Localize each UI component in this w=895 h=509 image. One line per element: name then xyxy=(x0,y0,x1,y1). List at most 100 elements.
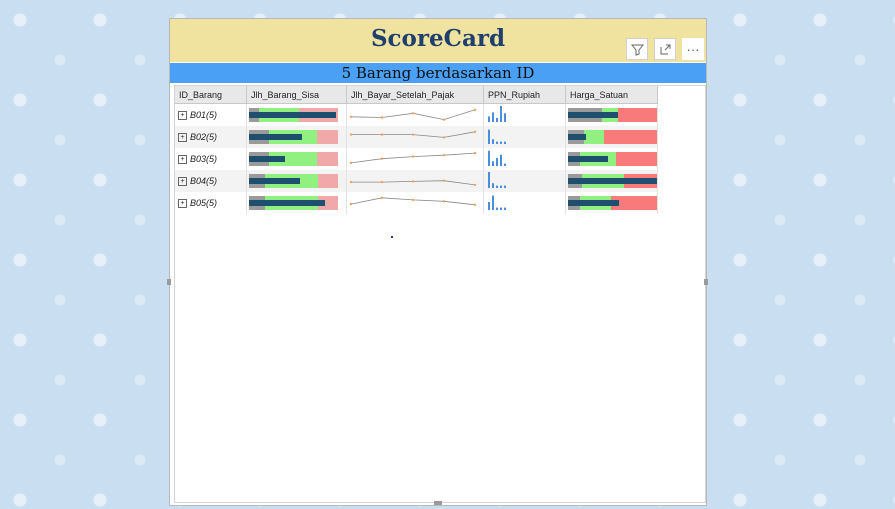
sparkline-point xyxy=(349,180,353,184)
column-header-jlh-bayar-setelah-pajak[interactable]: Jlh_Bayar_Setelah_Pajak xyxy=(346,86,484,104)
sparkline-point xyxy=(442,179,446,182)
ppn-column xyxy=(500,106,502,122)
sparkline-point xyxy=(442,136,446,139)
sparkline-point xyxy=(380,116,384,119)
sparkline-point xyxy=(380,180,384,184)
table-row[interactable]: + B02(5) xyxy=(175,126,658,148)
sisa-bullet-cell xyxy=(246,103,347,126)
ppn-column xyxy=(504,163,506,166)
actual-bar xyxy=(249,134,302,140)
sparkline-point xyxy=(349,161,353,165)
id-cell: + B01(5) xyxy=(175,103,247,126)
bayar-sparkline-cell xyxy=(346,170,484,192)
sparkline-point xyxy=(473,151,477,155)
sparkline-point xyxy=(411,133,415,136)
bayar-sparkline xyxy=(349,151,477,165)
bayar-sparkline-cell xyxy=(346,148,484,170)
sisa-bullet-cell xyxy=(246,170,347,192)
sparkline-point xyxy=(380,196,384,199)
sisa-bullet-chart xyxy=(249,152,338,166)
actual-bar xyxy=(568,112,618,118)
sparkline-point xyxy=(411,155,415,158)
ppn-column xyxy=(488,172,490,188)
actual-bar xyxy=(249,200,325,206)
actual-bar xyxy=(249,156,285,162)
id-label: B01(5) xyxy=(190,109,218,120)
ppn-column-chart xyxy=(488,195,506,210)
id-cell: + B04(5) xyxy=(175,170,247,192)
harga-bullet-cell xyxy=(565,126,658,148)
column-header-id-barang[interactable]: ID_Barang xyxy=(175,86,247,104)
ppn-column xyxy=(496,207,498,210)
sparkline-point xyxy=(442,118,446,121)
harga-bullet-chart xyxy=(568,174,657,188)
ppn-column xyxy=(492,183,494,188)
focus-mode-button[interactable] xyxy=(654,38,676,60)
filter-icon xyxy=(630,44,644,56)
ppn-column xyxy=(504,113,506,122)
ppn-column-chart-cell xyxy=(483,192,566,214)
sisa-bullet-chart xyxy=(249,130,338,144)
ppn-column-chart-cell xyxy=(483,148,566,170)
ppn-column-chart-cell xyxy=(483,126,566,148)
bayar-sparkline-cell xyxy=(346,103,484,126)
expand-icon[interactable]: + xyxy=(178,199,187,209)
ppn-column xyxy=(488,116,490,122)
table-row[interactable]: + B03(5) xyxy=(175,148,658,170)
scorecard-visual[interactable]: ScoreCard ··· 5 Barang berdasarkan ID ID… xyxy=(167,18,708,506)
sparkline-point xyxy=(442,154,446,157)
sparkline-point xyxy=(442,200,446,203)
harga-bullet-chart xyxy=(568,196,657,210)
expand-icon[interactable]: + xyxy=(178,155,187,165)
bayar-sparkline xyxy=(349,179,477,187)
sparkline-line xyxy=(350,109,476,121)
resize-handle-left[interactable] xyxy=(167,279,171,285)
resize-handle-bottom[interactable] xyxy=(434,501,442,505)
sparkline-point xyxy=(411,180,415,183)
expand-icon[interactable]: + xyxy=(178,111,187,121)
sparkline-point xyxy=(473,108,477,111)
table-row[interactable]: + B04(5) xyxy=(175,170,658,192)
bayar-sparkline xyxy=(349,130,477,139)
ppn-column xyxy=(500,185,502,188)
id-label: B05(5) xyxy=(190,197,218,208)
harga-bullet-cell xyxy=(565,170,658,192)
id-label: B02(5) xyxy=(190,131,218,142)
actual-bar xyxy=(568,134,586,140)
ppn-column xyxy=(500,141,502,144)
ppn-column xyxy=(492,195,494,210)
focus-mode-icon xyxy=(660,44,670,54)
sparkline-point xyxy=(380,157,384,160)
ppn-column xyxy=(496,158,498,166)
ppn-column xyxy=(500,154,502,166)
resize-handle-right[interactable] xyxy=(704,279,708,285)
actual-bar xyxy=(568,200,619,206)
more-options-icon: ··· xyxy=(686,41,700,57)
ppn-column xyxy=(492,112,494,122)
actual-bar xyxy=(249,112,336,118)
scorecard-table-area[interactable]: ID_Barang Jlh_Barang_Sisa Jlh_Bayar_Sete… xyxy=(174,85,706,503)
sisa-bullet-chart xyxy=(249,174,338,188)
id-label: B03(5) xyxy=(190,153,218,164)
column-header-harga-satuan[interactable]: Harga_Satuan xyxy=(565,86,658,104)
expand-icon[interactable]: + xyxy=(178,133,187,143)
ppn-column-chart xyxy=(488,106,506,122)
table-row[interactable]: + B05(5) xyxy=(175,192,658,214)
ppn-column xyxy=(504,207,506,210)
ppn-column xyxy=(488,202,490,210)
expand-icon[interactable]: + xyxy=(178,177,187,187)
sisa-bullet-cell xyxy=(246,192,347,214)
table-row[interactable]: + B01(5) xyxy=(175,103,658,126)
ppn-column-chart xyxy=(488,129,506,144)
ppn-column xyxy=(496,185,498,188)
column-header-ppn-rupiah[interactable]: PPN_Rupiah xyxy=(483,86,566,104)
sparkline-point xyxy=(411,198,415,202)
column-header-jlh-barang-sisa[interactable]: Jlh_Barang_Sisa xyxy=(246,86,347,104)
bayar-sparkline xyxy=(349,196,477,206)
ppn-column xyxy=(496,141,498,144)
ppn-column-chart xyxy=(488,150,506,166)
filter-button[interactable] xyxy=(626,38,648,60)
ppn-column-chart-cell xyxy=(483,103,566,126)
sisa-bullet-cell xyxy=(246,148,347,170)
more-options-button[interactable]: ··· xyxy=(682,38,704,60)
